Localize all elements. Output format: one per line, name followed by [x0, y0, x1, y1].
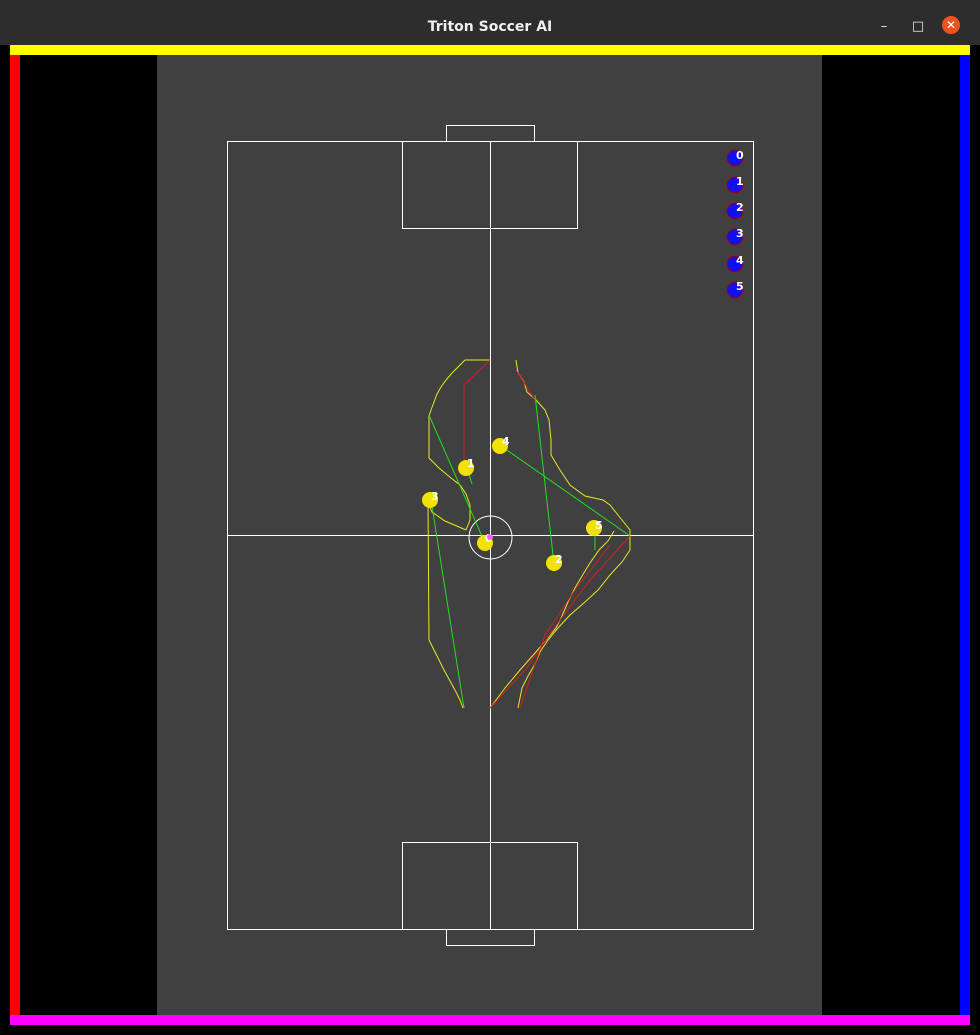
blue-robot-1[interactable]: 1: [726, 175, 744, 194]
top-goal: [446, 125, 535, 142]
blue-robot-2[interactable]: 2: [726, 201, 744, 220]
yellow-robot-3[interactable]: 3: [422, 490, 439, 508]
yellow-robot-label: 5: [595, 519, 603, 532]
yellow-robot-2[interactable]: 2: [546, 553, 563, 571]
blue-robot-5[interactable]: 5: [726, 280, 744, 299]
yellow-team: 0 1 2 3 4 5: [422, 435, 603, 571]
blue-robot-4[interactable]: 4: [726, 254, 744, 273]
yellow-robot-label: 1: [467, 457, 475, 470]
contour-left-lower: [427, 502, 467, 709]
contour-left-upper: [428, 359, 490, 531]
yellow-robot-label: 4: [502, 435, 510, 448]
blue-robot-0[interactable]: 0: [726, 149, 744, 167]
field-canvas[interactable]: 0 1 2 3 4 5 0 1: [0, 0, 980, 1035]
ball: [487, 534, 493, 540]
yellow-robot-5[interactable]: 5: [586, 519, 603, 536]
yellow-contour: [427, 359, 631, 709]
blue-robot-label: 5: [736, 280, 744, 293]
blue-robot-label: 2: [736, 201, 744, 214]
green-path-4: [500, 445, 631, 537]
blue-robot-label: 4: [736, 254, 744, 267]
blue-team: 0 1 2 3 4 5: [726, 149, 744, 299]
red-path-2: [515, 369, 536, 401]
blue-robot-label: 3: [736, 227, 744, 240]
green-path-2: [534, 394, 555, 565]
bottom-goal: [446, 929, 535, 946]
green-path-0: [428, 414, 485, 542]
blue-robot-label: 0: [736, 149, 744, 162]
red-path-4: [519, 544, 611, 709]
red-path-1: [463, 359, 491, 470]
yellow-robot-1[interactable]: 1: [458, 457, 475, 476]
yellow-robot-label: 3: [431, 490, 439, 503]
green-paths: [428, 394, 631, 709]
blue-robot-label: 1: [736, 175, 744, 188]
blue-robot-3[interactable]: 3: [726, 227, 744, 246]
yellow-robot-label: 2: [555, 553, 563, 566]
yellow-robot-4[interactable]: 4: [492, 435, 510, 454]
